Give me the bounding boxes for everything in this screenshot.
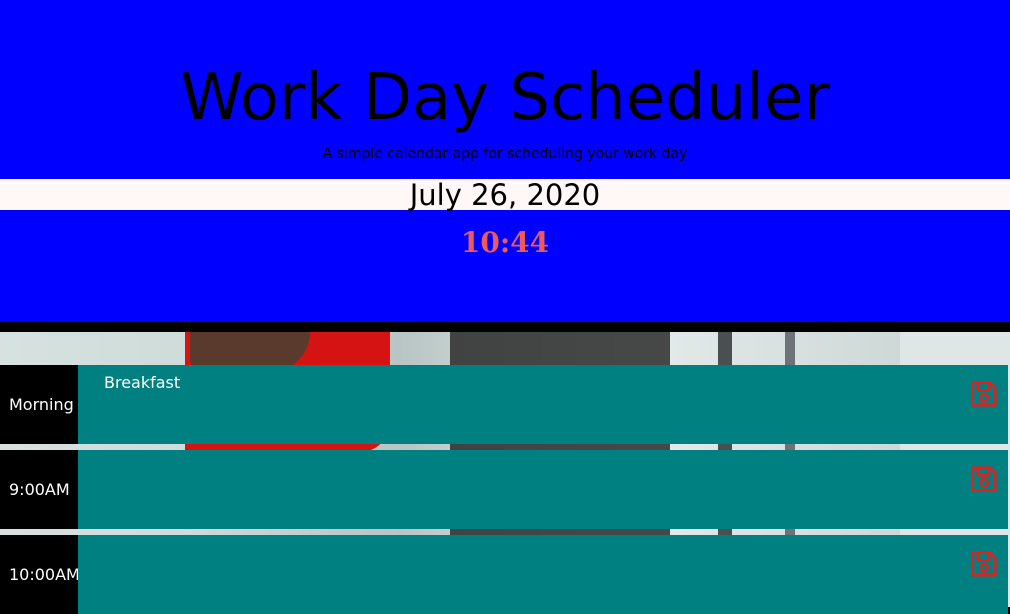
floppy-disk-icon (971, 466, 997, 492)
event-textarea[interactable]: Breakfast (78, 365, 1008, 444)
event-textarea[interactable] (78, 535, 1008, 614)
hour-label: Morning (0, 365, 78, 444)
hour-label: 10:00AM (0, 535, 80, 614)
floppy-disk-icon (971, 551, 997, 577)
time-block-row: Morning Breakfast (0, 365, 1008, 444)
page-title: Work Day Scheduler (180, 61, 830, 135)
save-button[interactable] (968, 378, 1000, 410)
current-date: July 26, 2020 (409, 178, 601, 212)
time-block-row: 9:00AM (0, 450, 1008, 529)
current-time: 10:44 (460, 226, 550, 259)
event-textarea[interactable] (78, 450, 1008, 529)
divider (0, 322, 1010, 332)
floppy-disk-icon (971, 381, 997, 407)
page-subtitle: A simple calendar app for scheduling you… (322, 146, 688, 162)
save-button[interactable] (968, 548, 1000, 580)
save-button[interactable] (968, 463, 1000, 495)
hour-label: 9:00AM (0, 450, 78, 529)
header: Work Day Scheduler A simple calendar app… (0, 0, 1010, 322)
time-block-row: 10:00AM (0, 535, 1008, 614)
